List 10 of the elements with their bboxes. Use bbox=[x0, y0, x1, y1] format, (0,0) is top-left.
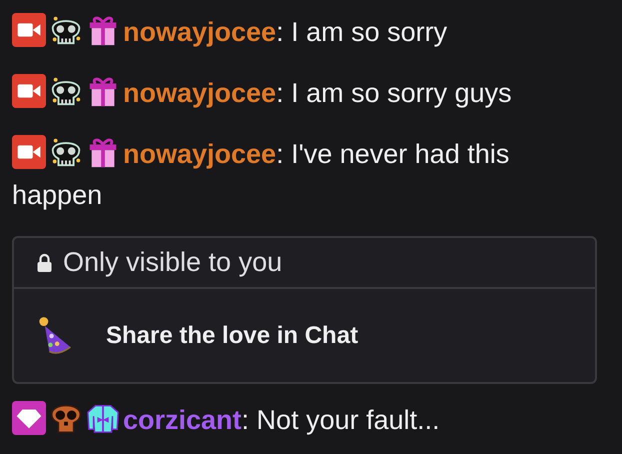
chat-message: corzicant: Not your fault... bbox=[12, 400, 597, 441]
video-camera-icon bbox=[12, 135, 46, 169]
notice-header: Only visible to you bbox=[63, 247, 282, 278]
chat-message: nowayjocee: I am so sorry guys bbox=[12, 73, 597, 114]
video-camera-icon bbox=[12, 74, 46, 108]
chat-message: nowayjocee: I am so sorry bbox=[12, 12, 597, 53]
video-camera-icon bbox=[12, 13, 46, 47]
chat-message: nowayjocee: I've never had this happen bbox=[12, 134, 597, 216]
share-love-button[interactable]: Share the love in Chat bbox=[14, 289, 595, 382]
lock-icon bbox=[36, 252, 53, 272]
